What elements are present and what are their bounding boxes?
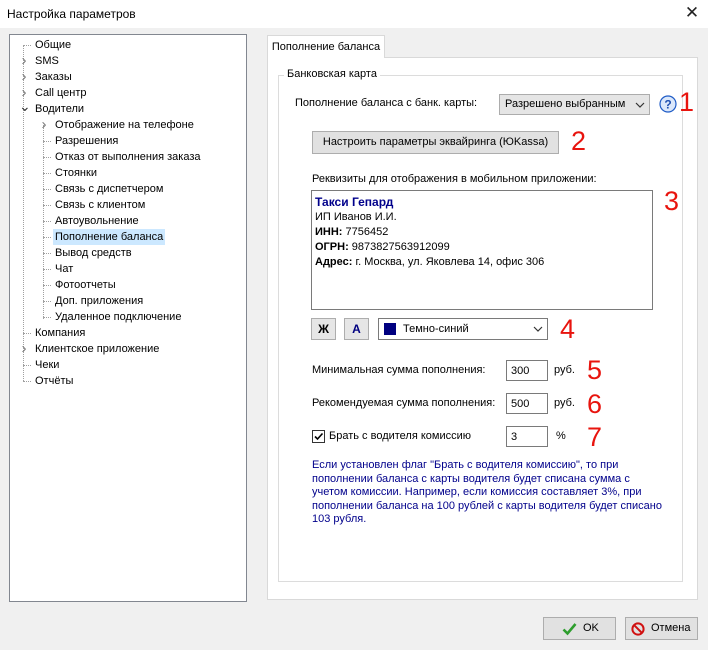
tree-item-label: Стоянки <box>55 167 97 179</box>
settings-tree[interactable]: Общие › SMS › Заказы › Call центр ⌄ Водители › Ото… <box>9 34 247 602</box>
commission-unit: % <box>556 430 566 442</box>
rec-sum-input[interactable]: 500 <box>506 393 548 414</box>
tree-item-label: Связь с диспетчером <box>55 183 164 195</box>
tree-connector <box>43 205 51 206</box>
color-swatch <box>384 323 396 335</box>
tree-connector <box>23 365 31 366</box>
min-sum-unit: руб. <box>554 364 575 376</box>
checkmark-icon <box>314 432 324 441</box>
card-topup-value: Разрешено выбранным <box>505 98 626 110</box>
tree-item-label: Удаленное подключение <box>55 311 182 323</box>
tree-item-label: Клиентское приложение <box>35 343 160 355</box>
no-entry-icon <box>631 622 645 636</box>
tree-item-label: Отказ от выполнения заказа <box>55 151 201 163</box>
requisites-label: Реквизиты для отображения в мобильном пр… <box>312 173 597 185</box>
ok-label: OK <box>583 622 599 634</box>
close-icon[interactable]: ✕ <box>680 2 704 24</box>
bold-button[interactable]: Ж <box>311 318 336 340</box>
tree-item-label: Компания <box>35 327 86 339</box>
tree-connector <box>43 317 51 318</box>
min-sum-input[interactable]: 300 <box>506 360 548 381</box>
ogrn-line: ОГРН: 9873827563912099 <box>315 241 450 253</box>
tree-item-label: Call центр <box>35 87 87 99</box>
annotation-5: 5 <box>587 355 603 385</box>
acquiring-settings-button[interactable]: Настроить параметры эквайринга (ЮKassa) <box>312 131 559 154</box>
annotation-6: 6 <box>587 389 603 419</box>
tree-item-label: Водители <box>35 103 85 115</box>
font-color-button[interactable]: А <box>344 318 369 340</box>
help-icon[interactable]: ? <box>659 95 677 113</box>
ok-button[interactable]: OK <box>543 617 616 640</box>
tree-item-label: Отчёты <box>35 375 74 387</box>
tree-item-label: Фотоотчеты <box>55 279 116 291</box>
tree-connector <box>23 333 31 334</box>
tree-item-label: Доп. приложения <box>55 295 144 307</box>
tree-connector <box>43 157 51 158</box>
commission-label[interactable]: Брать с водителя комиссию <box>329 430 471 442</box>
expand-chevron-icon[interactable]: › <box>39 117 49 133</box>
rec-sum-label: Рекомендуемая сумма пополнения: <box>312 397 496 409</box>
commission-note: Если установлен флаг "Брать с водителя к… <box>312 459 662 526</box>
expand-chevron-icon[interactable]: › <box>19 53 29 69</box>
group-legend: Банковская карта <box>284 68 380 80</box>
tree-connector <box>43 269 51 270</box>
company-name: Такси Гепард <box>315 195 394 209</box>
tree-connector <box>43 173 51 174</box>
tree-item-label: Пополнение баланса <box>53 229 166 245</box>
tree-item-label: Вывод средств <box>55 247 132 259</box>
tree-connector <box>43 237 51 238</box>
annotation-2: 2 <box>571 126 587 156</box>
tree-connector <box>23 381 31 382</box>
tree-item-label: Общие <box>35 39 72 51</box>
tree-item-label: Чат <box>55 263 74 275</box>
address-line: Адрес: г. Москва, ул. Яковлева 14, офис … <box>315 256 545 268</box>
svg-text:?: ? <box>664 98 671 112</box>
owner-line: ИП Иванов И.И. <box>315 211 397 223</box>
commission-input[interactable]: 3 <box>506 426 548 447</box>
expand-chevron-icon[interactable]: › <box>19 341 29 357</box>
inn-line: ИНН: 7756452 <box>315 226 389 238</box>
tree-connector <box>43 221 51 222</box>
tree-item-label: Разрешения <box>55 135 119 147</box>
tree-connector <box>43 189 51 190</box>
card-topup-select[interactable]: Разрешено выбранным <box>499 94 650 115</box>
min-sum-label: Минимальная сумма пополнения: <box>312 364 486 376</box>
tree-item-label: Отображение на телефоне <box>55 119 194 131</box>
tree-connector <box>43 301 51 302</box>
tree-item-label: Заказы <box>35 71 72 83</box>
expand-chevron-icon[interactable]: › <box>19 69 29 85</box>
collapse-chevron-icon[interactable]: ⌄ <box>19 99 31 113</box>
annotation-3: 3 <box>664 186 680 216</box>
tree-connector <box>23 45 31 46</box>
annotation-4: 4 <box>560 314 576 344</box>
annotation-7: 7 <box>587 422 603 452</box>
tree-guide-line <box>43 125 44 319</box>
requisites-memo[interactable]: Такси Гепард ИП Иванов И.И. ИНН: 7756452… <box>311 190 653 310</box>
tree-connector <box>43 141 51 142</box>
tree-item-label: Автоувольнение <box>55 215 139 227</box>
chevron-down-icon <box>533 326 543 332</box>
rec-sum-unit: руб. <box>554 397 575 409</box>
color-select[interactable]: Темно-синий <box>378 318 548 340</box>
color-name: Темно-синий <box>403 323 469 335</box>
card-topup-label: Пополнение баланса с банк. карты: <box>295 97 478 109</box>
commission-checkbox[interactable] <box>312 430 325 443</box>
window-title: Настройка параметров <box>7 7 136 21</box>
cancel-label: Отмена <box>651 622 691 634</box>
annotation-1: 1 <box>679 87 695 117</box>
cancel-button[interactable]: Отмена <box>625 617 698 640</box>
chevron-down-icon <box>635 102 645 108</box>
tree-item-label: Связь с клиентом <box>55 199 146 211</box>
tree-connector <box>43 253 51 254</box>
tree-item-label: SMS <box>35 55 59 67</box>
tree-connector <box>43 285 51 286</box>
checkmark-icon <box>562 623 577 636</box>
tree-item-label: Чеки <box>35 359 60 371</box>
tab-balance-topup[interactable]: Пополнение баланса <box>267 35 385 58</box>
